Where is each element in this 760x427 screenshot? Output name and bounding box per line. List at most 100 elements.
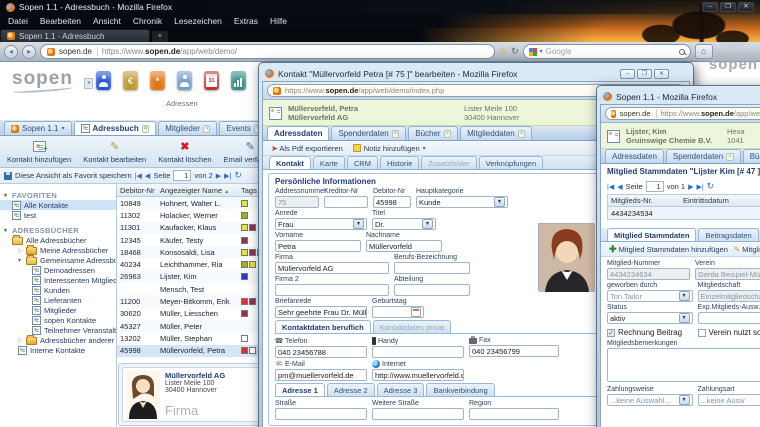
tab-kontakt[interactable]: Kontakt: [269, 156, 311, 169]
save-view-link[interactable]: Diese Ansicht als Favorit speichern: [15, 171, 132, 180]
tab-mitglieddaten[interactable]: Mitglieddaten×: [460, 126, 532, 140]
zahlungsweise-select[interactable]: ...keine Auswahl...▼: [607, 394, 693, 406]
restore-button[interactable]: ❐: [720, 2, 736, 12]
telefon-field[interactable]: 040 23456788: [275, 346, 367, 358]
close-button[interactable]: ✕: [654, 69, 669, 79]
menu-lesezeichen[interactable]: Lesezeichen: [174, 16, 222, 26]
popup-titlebar[interactable]: Kontakt "Müllervorfeld Petra [# 75 ]" be…: [262, 66, 690, 81]
dropdown-icon[interactable]: ▼: [679, 313, 690, 323]
reload-icon[interactable]: ↻: [511, 46, 519, 57]
menu-bearbeiten[interactable]: Bearbeiten: [40, 16, 81, 26]
tab-adresse-2[interactable]: Adresse 2: [327, 383, 375, 396]
table-row[interactable]: 30620Müller, Liesschen: [117, 308, 268, 320]
sidebar-item-andere-benutzer[interactable]: ▷Adressbücher anderer Benutzer: [0, 335, 116, 345]
forward-button[interactable]: ▸: [22, 45, 36, 59]
grid-row-selected[interactable]: 4434234534: [608, 207, 760, 219]
table-header[interactable]: Debitor-Nr Angezeigter Name ▲ Tags: [117, 184, 268, 197]
grid-header[interactable]: Mitglieds-Nr. Eintrittsdatum: [608, 195, 760, 207]
site-identity-chip[interactable]: sopen.de: [620, 109, 657, 118]
nachname-field[interactable]: Müllervorfeld: [366, 240, 442, 252]
close-tab-icon[interactable]: ×: [392, 130, 400, 138]
geworben-select[interactable]: Ton Tailor▼: [607, 290, 693, 302]
tab-historie[interactable]: Historie: [380, 156, 419, 169]
sidebar-header-adressbuecher[interactable]: ▾ADRESSBÜCHER: [0, 225, 116, 235]
tab-adressbuch[interactable]: Adressbuch×: [74, 121, 157, 135]
sidebar-header-favoriten[interactable]: ▾FAVORITEN: [0, 190, 116, 200]
menu-hilfe[interactable]: Hilfe: [270, 16, 287, 26]
table-row[interactable]: Mensch, Test: [117, 283, 268, 295]
prev-page-icon[interactable]: ◀: [617, 183, 622, 191]
sidebar-item-lieferanten[interactable]: Lieferanten: [0, 295, 116, 305]
add-note-button[interactable]: Notiz hinzufügen▾: [353, 144, 426, 153]
region-field[interactable]: [469, 408, 559, 420]
rechnung-checkbox[interactable]: ✓: [607, 329, 615, 337]
tab-bankverbindung[interactable]: Bankverbindung: [426, 383, 494, 396]
page-number-input[interactable]: 1: [646, 181, 664, 192]
calendar-icon[interactable]: [411, 307, 421, 317]
bemerkungen-textarea[interactable]: [607, 348, 760, 382]
table-row[interactable]: 11302Holacker, Werner: [117, 209, 268, 221]
bookmark-star-icon[interactable]: ☆: [499, 46, 507, 57]
table-row[interactable]: 12345Käufer, Testy: [117, 234, 268, 246]
calendar-module-icon[interactable]: 31: [204, 71, 219, 90]
first-page-icon[interactable]: |◀: [135, 172, 142, 180]
fax-field[interactable]: 040 23456799: [469, 345, 559, 357]
member-window[interactable]: Sopen 1.1 - Mozilla Firefox sopen.de htt…: [596, 85, 760, 427]
tab-kontaktdaten-privat[interactable]: Kontaktdaten privat: [373, 320, 452, 333]
add-stammdaten-button[interactable]: ✚ Mitglied Stammdaten hinzufügen: [609, 244, 728, 255]
table-row[interactable]: 45327Müller, Peter: [117, 320, 268, 332]
browser-tab[interactable]: Sopen 1.1 - Adressbuch: [0, 29, 150, 42]
next-page-icon[interactable]: ▶: [688, 183, 693, 191]
firma2-field[interactable]: [275, 284, 389, 296]
kreditor-field[interactable]: [324, 196, 368, 208]
table-row[interactable]: 11301Kaufacker, Klaus: [117, 222, 268, 234]
table-row[interactable]: 26963Lijster, Kim: [117, 271, 268, 283]
handy-field[interactable]: [372, 346, 464, 358]
popup-titlebar[interactable]: Sopen 1.1 - Mozilla Firefox: [600, 89, 760, 104]
export-pdf-button[interactable]: ➤ Als Pdf exportieren: [271, 144, 343, 153]
sidebar-item-teilnehmer[interactable]: Teilnehmer Veranstaltungen: [0, 325, 116, 335]
dropdown-icon[interactable]: ▼: [679, 291, 690, 301]
debitor-field[interactable]: 45998: [373, 196, 411, 208]
sidebar-item-test[interactable]: test: [0, 210, 116, 220]
last-page-icon[interactable]: ▶|: [224, 172, 231, 180]
dropdown-icon[interactable]: ▼: [422, 219, 433, 229]
table-row[interactable]: 10849Hohnert, Walter L.: [117, 197, 268, 209]
table-row-selected[interactable]: 45998Müllervorfeld, Petra: [117, 345, 268, 357]
tab-spenderdaten[interactable]: Spenderdaten×: [331, 126, 406, 140]
search-box[interactable]: ▾ Google: [523, 44, 691, 59]
contacts-module-icon[interactable]: [96, 71, 111, 90]
dropdown-icon[interactable]: ▼: [679, 395, 690, 405]
briefanrede-field[interactable]: Sehr geehrte Frau Dr. Müllerv: [275, 306, 367, 318]
popup-url-bar[interactable]: sopen.de https://www.sopen.de/app/web/de…: [605, 107, 760, 120]
sidebar-item-kunden[interactable]: Kunden: [0, 285, 116, 295]
abteilung-field[interactable]: [394, 284, 470, 296]
anrede-select[interactable]: Frau▼: [275, 218, 367, 230]
sidebar-item-alle-kontakte[interactable]: Alle Kontakte: [0, 200, 116, 210]
sidebar-item-interessenten[interactable]: Interessenten Mitgliedschaft: [0, 275, 116, 285]
url-bar[interactable]: sopen.de https://www.sopen.de/app/web/de…: [40, 44, 495, 59]
tab-adressdaten[interactable]: Adressdaten: [605, 149, 664, 163]
close-tab-icon[interactable]: ×: [142, 125, 150, 133]
menu-datei[interactable]: Datei: [8, 16, 28, 26]
zahlungsart-select[interactable]: ...keine Ausw▼: [698, 394, 760, 406]
close-tab-icon[interactable]: ×: [518, 130, 526, 138]
table-row[interactable]: 11200Meyer-Bitkomm, Erik: [117, 295, 268, 307]
next-page-icon[interactable]: ▶: [216, 172, 221, 180]
main-window-titlebar[interactable]: Sopen 1.1 - Adressbuch - Mozilla Firefox…: [0, 0, 760, 14]
menu-extras[interactable]: Extras: [234, 16, 258, 26]
tab-verknuepfungen[interactable]: Verknüpfungen: [479, 156, 543, 169]
finance-module-icon[interactable]: €: [123, 71, 138, 90]
last-page-icon[interactable]: ▶|: [696, 183, 703, 191]
tab-karte[interactable]: Karte: [313, 156, 345, 169]
maximize-button[interactable]: ❐: [637, 69, 652, 79]
status-select[interactable]: aktiv▼: [607, 312, 693, 324]
tab-mitglieder[interactable]: Mitglieder×: [158, 121, 217, 135]
edit-stammdaten-button[interactable]: ✎ Mitglied Stam: [734, 245, 760, 254]
close-tab-icon[interactable]: ×: [203, 125, 211, 133]
delete-contact-button[interactable]: ✖Kontakt löschen: [155, 138, 214, 165]
sidebar-item-sopen-kontakte[interactable]: sopen Kontakte: [0, 315, 116, 325]
search-magnifier-icon[interactable]: [679, 49, 685, 55]
internet-field[interactable]: http://www.muellervorfeld.de: [372, 369, 464, 381]
beruf-field[interactable]: [394, 262, 470, 274]
